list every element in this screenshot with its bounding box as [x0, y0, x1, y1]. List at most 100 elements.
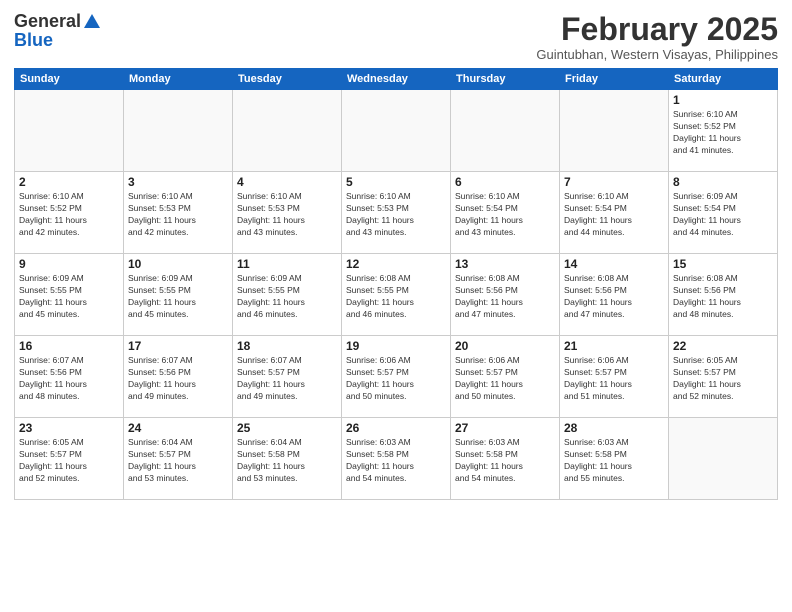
- calendar-week-row: 23 Sunrise: 6:05 AM Sunset: 5:57 PM Dayli…: [15, 418, 778, 500]
- calendar-cell: 20 Sunrise: 6:06 AM Sunset: 5:57 PM Dayli…: [451, 336, 560, 418]
- day-number: 20: [455, 339, 555, 353]
- day-info: Sunrise: 6:07 AM Sunset: 5:57 PM Dayligh…: [237, 355, 337, 403]
- calendar-cell: 25Sunrise: 6:04 AM Sunset: 5:58 PM Dayli…: [233, 418, 342, 500]
- calendar-cell: 9 Sunrise: 6:09 AM Sunset: 5:55 PM Daylig…: [15, 254, 124, 336]
- calendar-cell: [15, 90, 124, 172]
- day-info: Sunrise: 6:10 AM Sunset: 5:52 PM Dayligh…: [19, 191, 119, 239]
- day-number: 2: [19, 175, 119, 189]
- calendar-cell: 19Sunrise: 6:06 AM Sunset: 5:57 PM Dayli…: [342, 336, 451, 418]
- calendar-cell: [669, 418, 778, 500]
- day-info: Sunrise: 6:05 AM Sunset: 5:57 PM Dayligh…: [19, 437, 119, 485]
- calendar-cell: [233, 90, 342, 172]
- day-info: Sunrise: 6:09 AM Sunset: 5:55 PM Dayligh…: [19, 273, 119, 321]
- calendar-cell: 4 Sunrise: 6:10 AM Sunset: 5:53 PM Daylig…: [233, 172, 342, 254]
- logo-blue: Blue: [14, 30, 53, 51]
- day-info: Sunrise: 6:05 AM Sunset: 5:57 PM Dayligh…: [673, 355, 773, 403]
- day-number: 28: [564, 421, 664, 435]
- calendar-week-row: 16 Sunrise: 6:07 AM Sunset: 5:56 PM Dayli…: [15, 336, 778, 418]
- calendar-cell: 24 Sunrise: 6:04 AM Sunset: 5:57 PM Dayli…: [124, 418, 233, 500]
- day-number: 24: [128, 421, 228, 435]
- day-number: 4: [237, 175, 337, 189]
- day-info: Sunrise: 6:09 AM Sunset: 5:54 PM Dayligh…: [673, 191, 773, 239]
- calendar-dow-saturday: Saturday: [669, 69, 778, 90]
- calendar-cell: 5 Sunrise: 6:10 AM Sunset: 5:53 PM Daylig…: [342, 172, 451, 254]
- day-info: Sunrise: 6:06 AM Sunset: 5:57 PM Dayligh…: [346, 355, 446, 403]
- logo-general: General: [14, 12, 81, 30]
- day-info: Sunrise: 6:03 AM Sunset: 5:58 PM Dayligh…: [346, 437, 446, 485]
- calendar-cell: 14Sunrise: 6:08 AM Sunset: 5:56 PM Dayli…: [560, 254, 669, 336]
- day-number: 13: [455, 257, 555, 271]
- day-info: Sunrise: 6:10 AM Sunset: 5:53 PM Dayligh…: [237, 191, 337, 239]
- day-number: 9: [19, 257, 119, 271]
- calendar-dow-thursday: Thursday: [451, 69, 560, 90]
- day-info: Sunrise: 6:07 AM Sunset: 5:56 PM Dayligh…: [19, 355, 119, 403]
- day-number: 12: [346, 257, 446, 271]
- day-number: 16: [19, 339, 119, 353]
- calendar-cell: [560, 90, 669, 172]
- calendar-week-row: 1 Sunrise: 6:10 AM Sunset: 5:52 PM Daylig…: [15, 90, 778, 172]
- day-info: Sunrise: 6:08 AM Sunset: 5:55 PM Dayligh…: [346, 273, 446, 321]
- calendar-page: General Blue February 2025 Guintubhan, W…: [0, 0, 792, 612]
- calendar-header-row: SundayMondayTuesdayWednesdayThursdayFrid…: [15, 69, 778, 90]
- day-number: 23: [19, 421, 119, 435]
- day-number: 11: [237, 257, 337, 271]
- day-number: 17: [128, 339, 228, 353]
- calendar-dow-monday: Monday: [124, 69, 233, 90]
- calendar-week-row: 2 Sunrise: 6:10 AM Sunset: 5:52 PM Daylig…: [15, 172, 778, 254]
- day-number: 22: [673, 339, 773, 353]
- day-info: Sunrise: 6:03 AM Sunset: 5:58 PM Dayligh…: [564, 437, 664, 485]
- calendar-cell: 1 Sunrise: 6:10 AM Sunset: 5:52 PM Daylig…: [669, 90, 778, 172]
- calendar-cell: 27 Sunrise: 6:03 AM Sunset: 5:58 PM Dayli…: [451, 418, 560, 500]
- day-number: 15: [673, 257, 773, 271]
- day-number: 27: [455, 421, 555, 435]
- calendar-table: SundayMondayTuesdayWednesdayThursdayFrid…: [14, 68, 778, 500]
- day-info: Sunrise: 6:08 AM Sunset: 5:56 PM Dayligh…: [673, 273, 773, 321]
- logo-triangle-icon: [83, 12, 101, 30]
- calendar-cell: 15 Sunrise: 6:08 AM Sunset: 5:56 PM Dayli…: [669, 254, 778, 336]
- day-info: Sunrise: 6:04 AM Sunset: 5:57 PM Dayligh…: [128, 437, 228, 485]
- day-info: Sunrise: 6:10 AM Sunset: 5:52 PM Dayligh…: [673, 109, 773, 157]
- day-info: Sunrise: 6:10 AM Sunset: 5:54 PM Dayligh…: [455, 191, 555, 239]
- calendar-cell: 23 Sunrise: 6:05 AM Sunset: 5:57 PM Dayli…: [15, 418, 124, 500]
- day-info: Sunrise: 6:04 AM Sunset: 5:58 PM Dayligh…: [237, 437, 337, 485]
- calendar-dow-wednesday: Wednesday: [342, 69, 451, 90]
- calendar-cell: 6 Sunrise: 6:10 AM Sunset: 5:54 PM Daylig…: [451, 172, 560, 254]
- calendar-week-row: 9 Sunrise: 6:09 AM Sunset: 5:55 PM Daylig…: [15, 254, 778, 336]
- calendar-cell: 12 Sunrise: 6:08 AM Sunset: 5:55 PM Dayli…: [342, 254, 451, 336]
- day-info: Sunrise: 6:10 AM Sunset: 5:53 PM Dayligh…: [346, 191, 446, 239]
- calendar-dow-sunday: Sunday: [15, 69, 124, 90]
- day-info: Sunrise: 6:10 AM Sunset: 5:53 PM Dayligh…: [128, 191, 228, 239]
- day-info: Sunrise: 6:09 AM Sunset: 5:55 PM Dayligh…: [128, 273, 228, 321]
- day-info: Sunrise: 6:06 AM Sunset: 5:57 PM Dayligh…: [564, 355, 664, 403]
- calendar-cell: [124, 90, 233, 172]
- page-header: General Blue February 2025 Guintubhan, W…: [14, 12, 778, 62]
- calendar-cell: 17Sunrise: 6:07 AM Sunset: 5:56 PM Dayli…: [124, 336, 233, 418]
- calendar-cell: 16 Sunrise: 6:07 AM Sunset: 5:56 PM Dayli…: [15, 336, 124, 418]
- calendar-cell: 8Sunrise: 6:09 AM Sunset: 5:54 PM Daylig…: [669, 172, 778, 254]
- title-block: February 2025 Guintubhan, Western Visaya…: [536, 12, 778, 62]
- calendar-cell: 3Sunrise: 6:10 AM Sunset: 5:53 PM Daylig…: [124, 172, 233, 254]
- day-number: 26: [346, 421, 446, 435]
- day-number: 14: [564, 257, 664, 271]
- day-info: Sunrise: 6:09 AM Sunset: 5:55 PM Dayligh…: [237, 273, 337, 321]
- day-info: Sunrise: 6:06 AM Sunset: 5:57 PM Dayligh…: [455, 355, 555, 403]
- logo: General Blue: [14, 12, 101, 51]
- calendar-cell: [342, 90, 451, 172]
- calendar-dow-tuesday: Tuesday: [233, 69, 342, 90]
- day-number: 10: [128, 257, 228, 271]
- calendar-cell: 21Sunrise: 6:06 AM Sunset: 5:57 PM Dayli…: [560, 336, 669, 418]
- day-number: 1: [673, 93, 773, 107]
- calendar-dow-friday: Friday: [560, 69, 669, 90]
- day-info: Sunrise: 6:03 AM Sunset: 5:58 PM Dayligh…: [455, 437, 555, 485]
- day-number: 6: [455, 175, 555, 189]
- calendar-cell: 7Sunrise: 6:10 AM Sunset: 5:54 PM Daylig…: [560, 172, 669, 254]
- calendar-cell: 22 Sunrise: 6:05 AM Sunset: 5:57 PM Dayli…: [669, 336, 778, 418]
- calendar-cell: 13Sunrise: 6:08 AM Sunset: 5:56 PM Dayli…: [451, 254, 560, 336]
- day-number: 7: [564, 175, 664, 189]
- location-subtitle: Guintubhan, Western Visayas, Philippines: [536, 47, 778, 62]
- calendar-cell: 10 Sunrise: 6:09 AM Sunset: 5:55 PM Dayli…: [124, 254, 233, 336]
- calendar-cell: 18Sunrise: 6:07 AM Sunset: 5:57 PM Dayli…: [233, 336, 342, 418]
- calendar-cell: 11 Sunrise: 6:09 AM Sunset: 5:55 PM Dayli…: [233, 254, 342, 336]
- day-number: 5: [346, 175, 446, 189]
- calendar-cell: [451, 90, 560, 172]
